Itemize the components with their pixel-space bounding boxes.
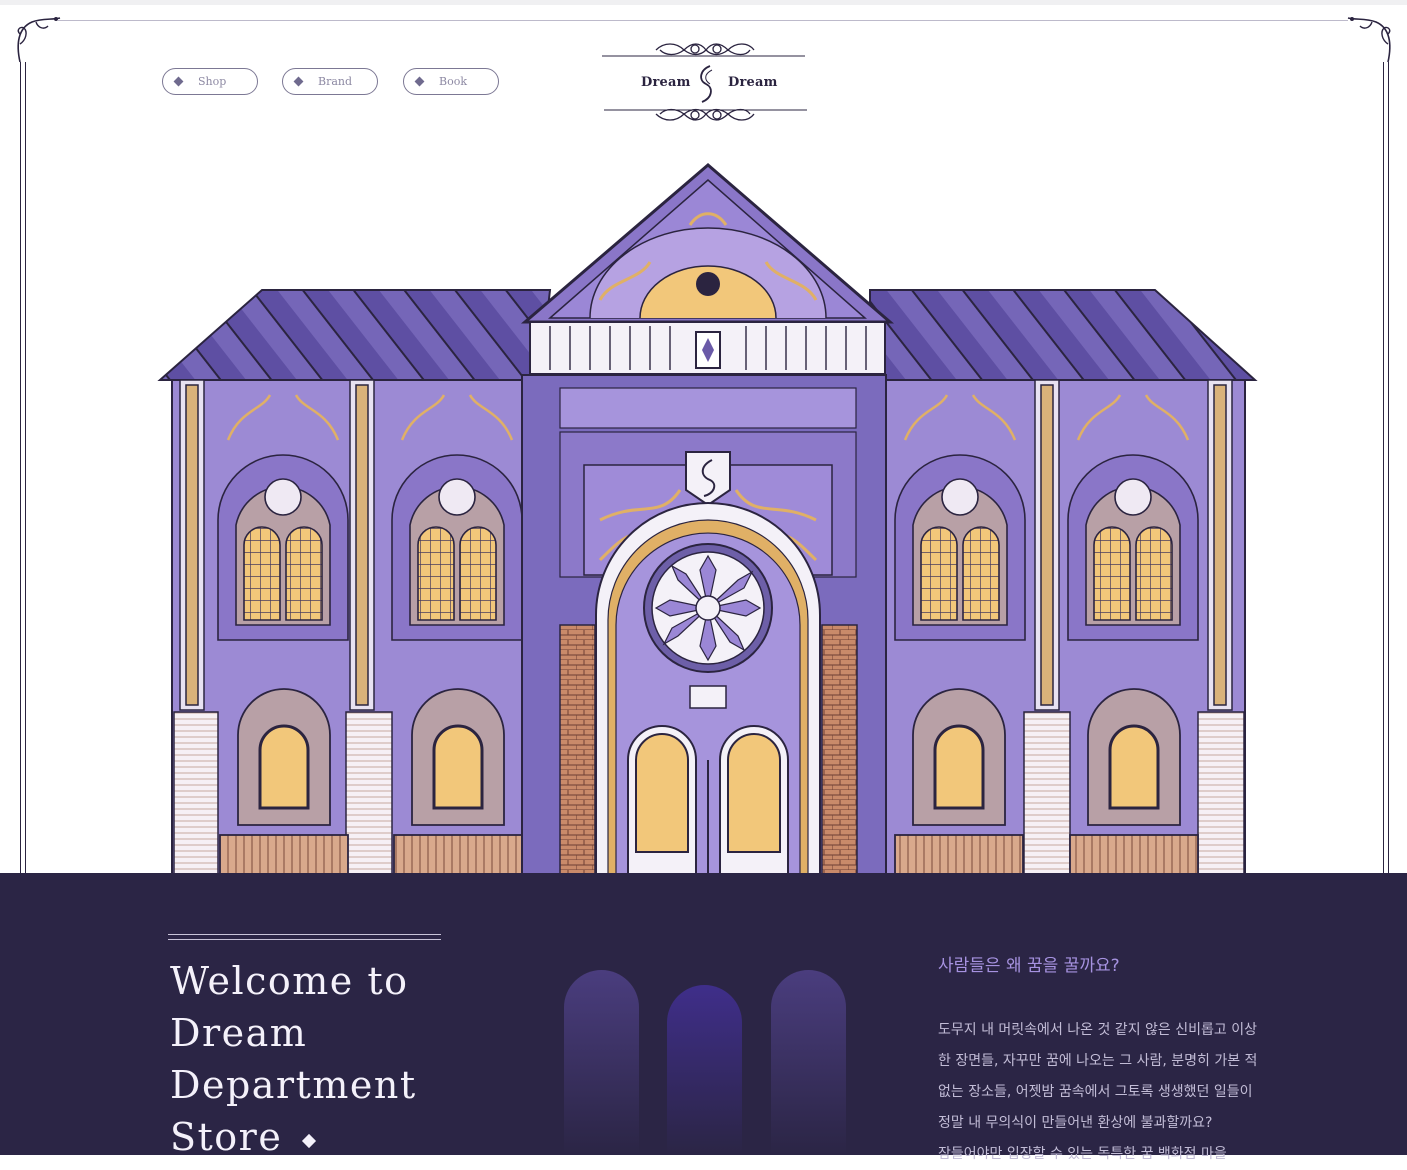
logo-word-right: Dream xyxy=(728,75,778,90)
welcome-title: Welcome to Dream Department Store xyxy=(170,955,500,1163)
intro-line-2: 한 장면들, 자꾸만 꿈에 나오는 그 사람, 분명히 가본 적 xyxy=(938,1053,1258,1069)
corner-ornament-right-icon xyxy=(1347,17,1391,63)
intro-paragraph: 도무지 내 머릿속에서 나온 것 같지 않은 신비롭고 이상 한 장면들, 자꾸… xyxy=(938,1015,1298,1170)
nav-book-label: Book xyxy=(439,75,467,88)
title-rule-bottom xyxy=(168,939,441,940)
welcome-line-4: Store xyxy=(170,1115,283,1159)
decorative-arch-left xyxy=(564,970,639,1155)
title-rule-top xyxy=(168,934,441,935)
diamond-icon xyxy=(414,76,425,87)
nav-shop-button[interactable]: Shop xyxy=(162,68,258,95)
intro-line-4: 정말 내 무의식이 만들어낸 환상에 불과할까요? xyxy=(938,1115,1213,1131)
nav-brand-label: Brand xyxy=(318,75,353,88)
site-logo[interactable]: Dream Dream xyxy=(600,40,810,126)
intro-line-3: 없는 장소들, 어젯밤 꿈속에서 그토록 생생했던 일들이 xyxy=(938,1084,1253,1100)
corner-ornament-left-icon xyxy=(17,17,61,63)
diamond-icon xyxy=(293,76,304,87)
welcome-line-2: Dream xyxy=(170,1011,308,1055)
intro-question: 사람들은 왜 꿈을 꿀까요? xyxy=(938,956,1120,976)
logo-ornament-icon xyxy=(602,43,807,121)
diamond-icon xyxy=(173,76,184,87)
welcome-line-3: Department xyxy=(170,1063,417,1107)
diamond-icon xyxy=(302,1133,317,1148)
nav-book-button[interactable]: Book xyxy=(403,68,499,95)
nav-shop-label: Shop xyxy=(198,75,227,88)
decorative-arch-middle xyxy=(667,985,742,1155)
top-strip xyxy=(0,0,1407,5)
intro-line-5: 잠들어야만 입장할 수 있는 독특한 꿈 백화점 마을 xyxy=(938,1146,1227,1162)
welcome-line-1: Welcome to xyxy=(170,959,409,1003)
frame-top-line xyxy=(58,20,1348,21)
decorative-arch-right xyxy=(771,970,846,1155)
dream-department-store-illustration xyxy=(157,163,1258,881)
logo-word-left: Dream xyxy=(641,75,691,90)
intro-line-1: 도무지 내 머릿속에서 나온 것 같지 않은 신비롭고 이상 xyxy=(938,1022,1257,1038)
nav-brand-button[interactable]: Brand xyxy=(282,68,378,95)
